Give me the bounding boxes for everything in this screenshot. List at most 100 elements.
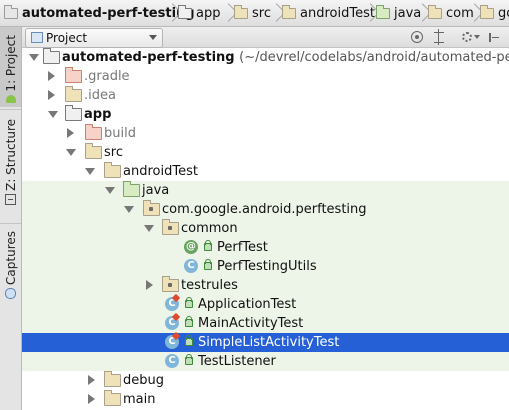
expand-arrow-icon[interactable] [66, 149, 76, 156]
tree-item-label: main [123, 392, 156, 407]
expand-arrow-icon[interactable] [85, 168, 95, 175]
module-folder-icon [178, 5, 192, 19]
tree-row-gradle[interactable]: .gradle [22, 67, 509, 86]
android-icon [5, 94, 16, 103]
chevron-down-icon [149, 35, 157, 40]
tree-row-src[interactable]: src [22, 143, 509, 162]
tree-item-label: TestListener [198, 354, 276, 369]
package-icon [162, 276, 179, 292]
package-icon [428, 5, 442, 19]
package-icon [143, 200, 160, 216]
test-source-folder-icon [376, 5, 390, 19]
class-icon: C [184, 259, 198, 273]
lock-icon [185, 297, 193, 308]
tree-item-label: automated-perf-testing [62, 50, 235, 65]
excluded-folder-icon [65, 67, 82, 83]
tree-row-idea[interactable]: .idea [22, 86, 509, 105]
gear-dropdown-icon[interactable] [473, 29, 481, 45]
folder-icon [104, 371, 121, 387]
tree-item-label: PerfTest [217, 240, 268, 255]
scroll-from-source-icon[interactable] [409, 29, 425, 45]
project-folder-icon [4, 5, 18, 19]
expand-arrow-icon[interactable] [29, 54, 39, 61]
folder-icon [65, 86, 82, 102]
tree-item-label: .idea [84, 88, 116, 103]
lock-icon [204, 240, 212, 251]
tree-item-label: PerfTestingUtils [217, 259, 317, 274]
tab-structure[interactable]: Z: Structure [0, 119, 21, 219]
tree-row-package[interactable]: com.google.android.perftesting [22, 200, 509, 219]
tree-item-label: common [181, 221, 238, 236]
folder-icon [85, 143, 102, 159]
folder-icon [104, 162, 121, 178]
project-tree[interactable]: automated-perf-testing (~/devrel/codelab… [22, 48, 509, 410]
tree-item-label: app [84, 107, 112, 122]
tree-row-testrules[interactable]: testrules [22, 276, 509, 295]
lock-icon [204, 259, 212, 270]
tree-row-simplelistactivitytest[interactable]: C SimpleListActivityTest [22, 331, 509, 352]
collapse-arrow-icon[interactable] [67, 128, 74, 138]
project-panel-header: Project [22, 27, 509, 48]
tree-row-common[interactable]: common [22, 219, 509, 238]
excluded-folder-icon [85, 124, 102, 140]
divider [0, 109, 21, 110]
tree-item-label: testrules [181, 278, 238, 293]
breadcrumb-item-go[interactable]: go [480, 0, 509, 26]
folder-icon [234, 5, 248, 19]
hide-panel-icon[interactable] [486, 29, 502, 45]
project-folder-icon [43, 48, 60, 64]
annotation-icon: @ [184, 240, 198, 254]
expand-arrow-icon[interactable] [105, 187, 115, 194]
tree-item-label: SimpleListActivityTest [198, 335, 340, 350]
tree-item-label: androidTest [123, 164, 198, 179]
breadcrumb: automated-perf-testing app src androidTe… [0, 0, 509, 27]
tree-item-label: .gradle [84, 69, 130, 84]
folder-icon [282, 5, 296, 19]
package-icon [480, 5, 494, 19]
tree-row-perftestingutils[interactable]: C PerfTestingUtils [22, 257, 509, 276]
lock-icon [185, 354, 193, 365]
folder-icon [104, 390, 121, 406]
collapse-arrow-icon[interactable] [146, 280, 153, 290]
tree-row-main[interactable]: main [22, 390, 509, 409]
structure-icon [5, 193, 16, 205]
tree-row-app[interactable]: app [22, 105, 509, 124]
module-folder-icon [65, 105, 82, 121]
tree-row-androidtest[interactable]: androidTest [22, 162, 509, 181]
expand-arrow-icon[interactable] [144, 225, 154, 232]
captures-icon [5, 287, 16, 299]
tree-row-build[interactable]: build [22, 124, 509, 143]
tree-item-label: debug [123, 373, 164, 388]
tree-item-label: build [104, 126, 136, 141]
breadcrumb-item-src[interactable]: src [234, 0, 271, 26]
tree-row-perftest[interactable]: @ PerfTest [22, 238, 509, 257]
breadcrumb-item-app[interactable]: app [178, 0, 220, 26]
collapse-arrow-icon[interactable] [88, 394, 95, 404]
test-source-folder-icon [123, 181, 140, 197]
collapse-arrow-icon[interactable] [48, 90, 55, 100]
tab-captures[interactable]: Captures [0, 231, 21, 301]
tree-item-label: src [104, 145, 123, 160]
collapse-arrow-icon[interactable] [88, 375, 95, 385]
collapse-all-icon[interactable] [431, 28, 447, 45]
expand-arrow-icon[interactable] [124, 206, 134, 213]
tree-row-root[interactable]: automated-perf-testing (~/devrel/codelab… [22, 48, 509, 67]
tree-row-mainactivitytest[interactable]: C MainActivityTest [22, 312, 509, 333]
project-view-selector[interactable]: Project [25, 28, 163, 48]
tree-row-java[interactable]: java [22, 181, 509, 200]
tree-row-applicationtest[interactable]: C ApplicationTest [22, 293, 509, 314]
tree-item-label: java [142, 183, 170, 198]
divider [0, 223, 21, 224]
tab-project[interactable]: 1: Project [0, 27, 21, 107]
tree-item-label: ApplicationTest [198, 297, 297, 312]
tree-item-label: com.google.android.perftesting [162, 202, 367, 217]
tree-row-debug[interactable]: debug [22, 371, 509, 390]
collapse-arrow-icon[interactable] [48, 71, 55, 81]
tool-window-strip: 1: Project Z: Structure Captures [0, 27, 22, 410]
tree-row-testlistener[interactable]: C TestListener [22, 352, 509, 371]
package-icon [162, 219, 179, 235]
expand-arrow-icon[interactable] [48, 111, 58, 118]
lock-icon [185, 316, 193, 327]
project-view-icon [31, 32, 43, 43]
class-icon: C [165, 354, 179, 368]
